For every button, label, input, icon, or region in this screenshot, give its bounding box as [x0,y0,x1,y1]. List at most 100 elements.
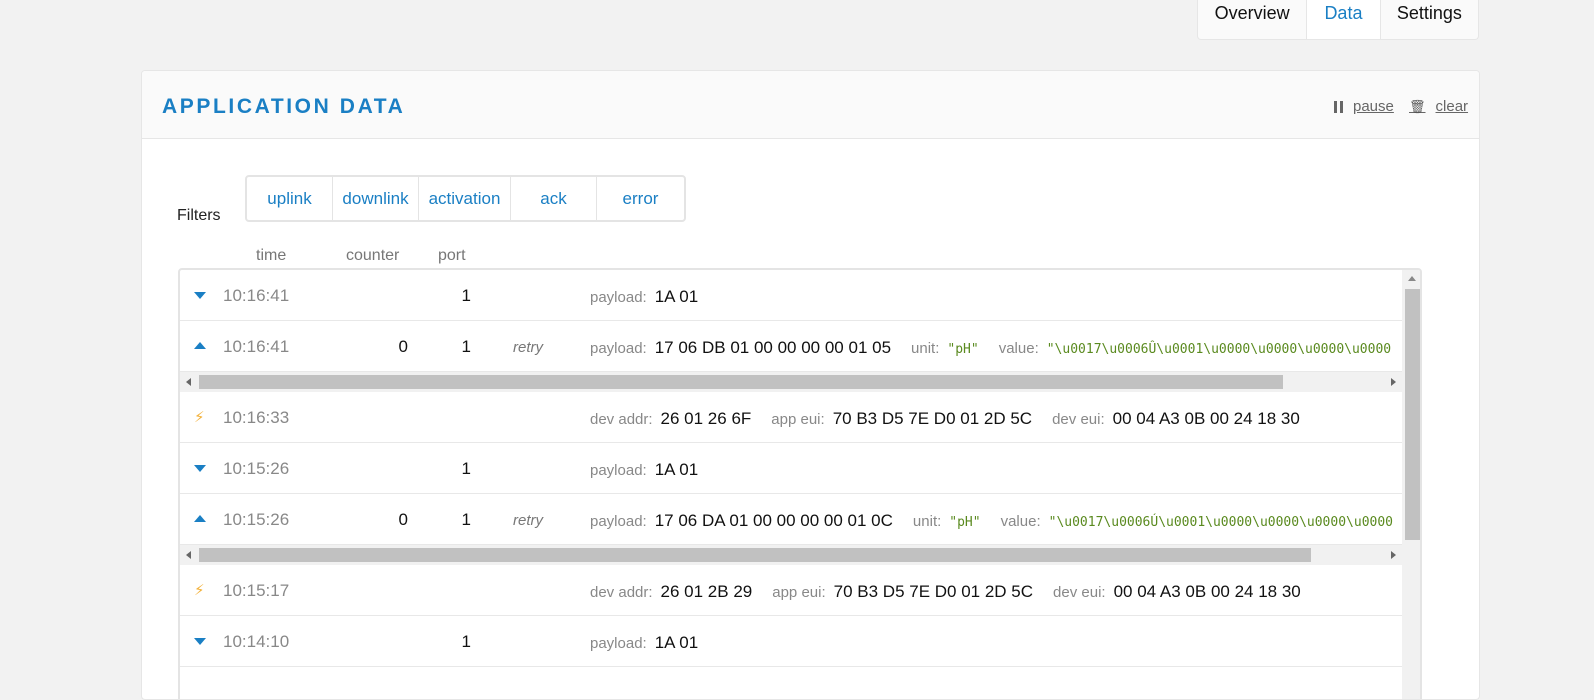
row-time: 10:15:17 [223,581,290,600]
field-value: 70 B3 D5 7E D0 01 2D 5C [832,409,1033,428]
field-key: value: [1000,513,1041,530]
row-port: 1 [461,337,471,356]
row-port: 1 [461,632,471,651]
vertical-scroll-thumb[interactable] [1405,289,1420,540]
scroll-left-arrow-icon[interactable] [186,378,191,386]
filter-activation[interactable]: activation [419,177,511,220]
horizontal-scroll-thumb[interactable] [199,548,1311,562]
field-key: dev eui: [1053,584,1106,601]
pause-label: pause [1353,98,1394,115]
row-time: 10:15:26 [223,510,290,529]
row-time: 10:14:10 [223,632,290,651]
lightning-icon[interactable]: ⚡ [194,408,205,426]
field-value: 1A 01 [654,287,699,306]
row-fields: payload: 1A 01 [590,633,698,653]
row-port: 1 [461,459,471,478]
field-key: payload: [590,513,647,530]
message-row-activation[interactable]: ⚡ 10:16:33 dev addr: 26 01 26 6F app eui: 70 … [180,392,1402,443]
triangle-down-icon[interactable] [194,292,206,299]
field-key: value: [998,340,1039,357]
field-value: 26 01 26 6F [660,409,752,428]
view-tabs: Overview Data Settings [1197,0,1479,40]
field-value: 1A 01 [654,460,699,479]
row-fields: payload: 17 06 DA 01 00 00 00 00 01 0C uni… [590,511,1393,531]
message-row-downlink[interactable]: 10:16:41 1 payload: 1A 01 [180,270,1402,321]
filter-error[interactable]: error [597,177,684,220]
panel-header: APPLICATION DATA pause 🗑 clear [142,71,1479,139]
vertical-scrollbar[interactable] [1402,270,1420,699]
tab-settings[interactable]: Settings [1381,0,1478,39]
row-port: 1 [461,510,471,529]
row-counter: 0 [398,510,408,529]
triangle-up-icon[interactable] [194,342,206,349]
field-key: payload: [590,340,647,357]
message-row-downlink[interactable]: 10:14:10 1 payload: 1A 01 [180,616,1402,667]
field-key: app eui: [772,584,826,601]
filter-group: uplink downlink activation ack error [245,175,686,222]
clear-button[interactable]: 🗑 clear [1409,98,1468,115]
row-fields: dev addr: 26 01 2B 29 app eui: 70 B3 D5 7E … [590,582,1301,602]
message-list: 10:16:41 1 payload: 1A 01 10:16:41 0 1 retry pay… [178,268,1422,699]
clear-label: clear [1435,98,1469,115]
field-value: 1A 01 [654,633,699,652]
message-row-uplink[interactable]: 10:15:26 0 1 retry payload: 17 06 DA 01 00 00… [180,494,1402,545]
triangle-up-icon[interactable] [194,515,206,522]
scroll-right-arrow-icon[interactable] [1391,378,1396,386]
row-tag: retry [513,339,543,356]
field-key: dev addr: [590,411,653,428]
scroll-right-arrow-icon[interactable] [1391,551,1396,559]
scroll-left-arrow-icon[interactable] [186,551,191,559]
field-key: dev eui: [1052,411,1105,428]
filter-ack[interactable]: ack [511,177,597,220]
trash-icon: 🗑 [1409,98,1426,114]
field-key: unit: [911,340,940,357]
column-header-port: port [438,247,466,264]
field-value: "pH" [947,342,979,357]
field-value: "\u0017\u0006Ú\u0001\u0000\u0000\u0000\u… [1048,515,1393,530]
lightning-icon[interactable]: ⚡ [194,581,205,599]
field-key: payload: [590,289,647,306]
row-counter: 0 [398,337,408,356]
row-fields: payload: 1A 01 [590,287,698,307]
row-tag: retry [513,512,543,529]
row-fields: payload: 1A 01 [590,460,698,480]
field-key: unit: [912,513,942,530]
filter-uplink[interactable]: uplink [247,177,333,220]
message-row-downlink[interactable]: 10:15:26 1 payload: 1A 01 [180,443,1402,494]
field-value: "pH" [949,515,981,530]
column-header-counter: counter [346,247,400,264]
panel-title: APPLICATION DATA [162,95,406,118]
row-time: 10:16:33 [223,408,290,427]
field-key: dev addr: [590,584,653,601]
pause-button[interactable]: pause [1334,98,1394,115]
field-value: 00 04 A3 0B 00 24 18 30 [1112,409,1300,428]
scroll-up-arrow-icon[interactable] [1408,276,1416,281]
field-value: "\u0017\u0006Û\u0001\u0000\u0000\u0000\u… [1046,342,1392,357]
horizontal-scroll-thumb[interactable] [199,375,1283,389]
row-fields: payload: 17 06 DB 01 00 00 00 00 01 05 uni… [590,338,1391,358]
filters-label: Filters [177,207,221,224]
horizontal-scrollbar[interactable] [180,372,1402,392]
application-data-panel: APPLICATION DATA pause 🗑 clear Filters u… [141,70,1480,700]
field-key: payload: [590,635,647,652]
field-value: 00 04 A3 0B 00 24 18 30 [1113,582,1301,601]
message-row-activation[interactable]: ⚡ 10:15:17 dev addr: 26 01 2B 29 app eui: 70 … [180,565,1402,616]
filter-downlink[interactable]: downlink [333,177,419,220]
triangle-down-icon[interactable] [194,465,206,472]
field-value: 26 01 2B 29 [660,582,753,601]
horizontal-scrollbar[interactable] [180,545,1402,565]
row-time: 10:16:41 [223,286,290,305]
field-key: payload: [590,462,647,479]
row-fields: dev addr: 26 01 26 6F app eui: 70 B3 D5 7E … [590,409,1300,429]
tab-data[interactable]: Data [1307,0,1381,39]
column-header-time: time [256,247,287,264]
message-row-uplink[interactable]: 10:16:41 0 1 retry payload: 17 06 DB 01 00 00… [180,321,1402,372]
row-port: 1 [461,286,471,305]
pause-icon [1334,100,1343,113]
field-value: 17 06 DB 01 00 00 00 00 01 05 [654,338,892,357]
field-value: 17 06 DA 01 00 00 00 00 01 0C [654,511,893,530]
tab-overview[interactable]: Overview [1198,0,1308,39]
row-time: 10:15:26 [223,459,290,478]
triangle-down-icon[interactable] [194,638,206,645]
row-time: 10:16:41 [223,337,290,356]
